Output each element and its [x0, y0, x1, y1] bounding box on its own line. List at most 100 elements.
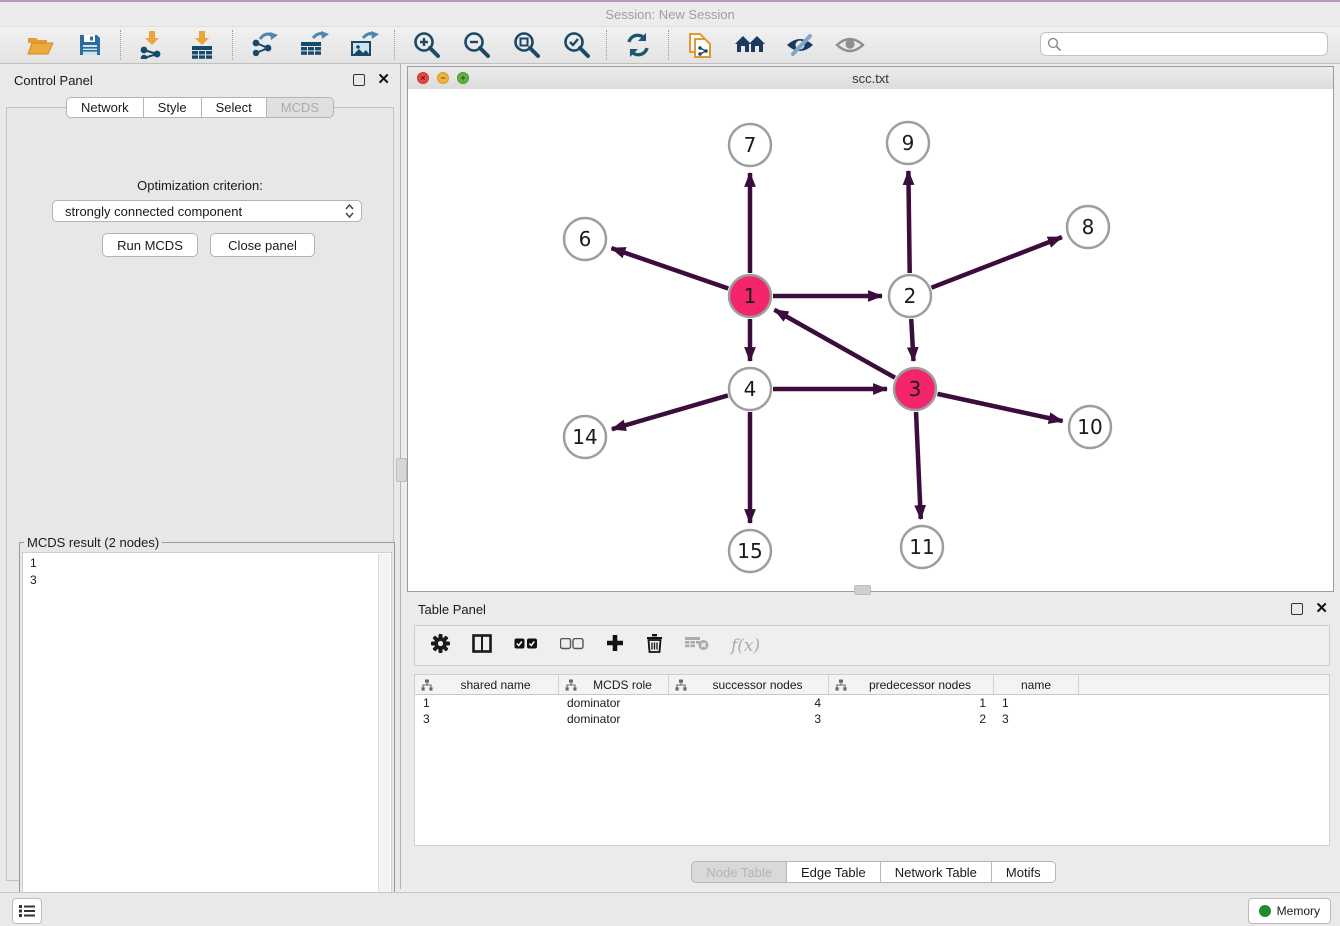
- zoom-fit-icon[interactable]: [510, 30, 542, 60]
- double-house-icon[interactable]: [734, 30, 766, 60]
- table-settings-gear-icon[interactable]: [431, 634, 450, 658]
- graph-node-2[interactable]: 2: [889, 275, 931, 317]
- export-table-icon[interactable]: [298, 30, 330, 60]
- zoom-window-icon[interactable]: +: [457, 72, 469, 84]
- graph-node-3[interactable]: 3: [894, 368, 936, 410]
- graph-node-6[interactable]: 6: [564, 218, 606, 260]
- add-column-plus-icon[interactable]: [606, 634, 624, 657]
- mcds-scrollbar[interactable]: [378, 554, 390, 918]
- table-cell[interactable]: 3: [415, 712, 559, 726]
- graph-edge-3-1[interactable]: [774, 310, 895, 378]
- documents-share-icon[interactable]: [684, 30, 716, 60]
- graph-node-14[interactable]: 14: [564, 416, 606, 458]
- column-header-name[interactable]: name: [994, 675, 1079, 694]
- run-mcds-button[interactable]: Run MCDS: [102, 233, 198, 257]
- graph-node-10[interactable]: 10: [1069, 406, 1111, 448]
- zoom-selected-icon[interactable]: [560, 30, 592, 60]
- tab-style[interactable]: Style: [144, 97, 202, 118]
- table-tabs: Node TableEdge TableNetwork TableMotifs: [407, 861, 1340, 883]
- import-table-icon[interactable]: [186, 30, 218, 60]
- refresh-group: [608, 30, 668, 60]
- tab-node-table[interactable]: Node Table: [691, 861, 787, 883]
- title-bar: Session: New Session: [0, 2, 1340, 27]
- import-network-icon[interactable]: [136, 30, 168, 60]
- search-input[interactable]: [1062, 36, 1327, 52]
- table-cell[interactable]: 1: [415, 696, 559, 710]
- minimize-window-icon[interactable]: −: [437, 72, 449, 84]
- export-image-icon[interactable]: [348, 30, 380, 60]
- svg-text:7: 7: [744, 133, 757, 157]
- graph-node-8[interactable]: 8: [1067, 206, 1109, 248]
- float-panel-icon[interactable]: [353, 74, 365, 86]
- graph-node-7[interactable]: 7: [729, 124, 771, 166]
- graph-node-4[interactable]: 4: [729, 368, 771, 410]
- table-body: 1dominator4113dominator323: [415, 695, 1329, 727]
- graph-edge-3-11[interactable]: [916, 412, 921, 519]
- tab-network[interactable]: Network: [66, 97, 144, 118]
- table-cell[interactable]: 1: [829, 696, 994, 710]
- table-cell[interactable]: 4: [669, 696, 829, 710]
- close-panel-icon[interactable]: ✕: [377, 75, 390, 85]
- tab-mcds[interactable]: MCDS: [267, 97, 334, 118]
- float-table-panel-icon[interactable]: [1291, 603, 1303, 615]
- table-panel: Table Panel ✕ f(x) shared nameMCDS roles…: [407, 596, 1340, 888]
- graph-edge-4-14[interactable]: [612, 395, 728, 429]
- column-header-successor-nodes[interactable]: successor nodes: [669, 675, 829, 694]
- export-network-icon[interactable]: [248, 30, 280, 60]
- vertical-splitter-handle[interactable]: [396, 458, 407, 482]
- graph-edge-2-9[interactable]: [908, 171, 909, 273]
- refresh-icon[interactable]: [622, 30, 654, 60]
- table-row[interactable]: 1dominator411: [415, 695, 1329, 711]
- mcds-result-item[interactable]: 3: [30, 572, 379, 589]
- graph-node-15[interactable]: 15: [729, 530, 771, 572]
- select-all-columns-icon[interactable]: [514, 637, 538, 655]
- graph-edge-2-3[interactable]: [911, 319, 913, 361]
- graph-node-11[interactable]: 11: [901, 526, 943, 568]
- save-floppy-icon[interactable]: [74, 30, 106, 60]
- zoom-in-icon[interactable]: [410, 30, 442, 60]
- graph-node-9[interactable]: 9: [887, 122, 929, 164]
- svg-text:1: 1: [744, 284, 757, 308]
- eye-icon[interactable]: [834, 30, 866, 60]
- svg-text:2: 2: [904, 284, 917, 308]
- table-cell[interactable]: 3: [669, 712, 829, 726]
- task-history-button[interactable]: [12, 898, 42, 924]
- list-icon: [19, 904, 35, 918]
- table-cell[interactable]: 1: [994, 696, 1079, 710]
- table-cell[interactable]: dominator: [559, 712, 669, 726]
- tab-motifs[interactable]: Motifs: [992, 861, 1056, 883]
- network-window-titlebar[interactable]: scc.txt × − +: [408, 67, 1333, 90]
- close-panel-button[interactable]: Close panel: [210, 233, 315, 257]
- table-row[interactable]: 3dominator323: [415, 711, 1329, 727]
- show-column-panel-icon[interactable]: [472, 634, 492, 658]
- memory-button[interactable]: Memory: [1248, 898, 1331, 924]
- graph-edge-1-6[interactable]: [611, 248, 728, 288]
- open-folder-icon[interactable]: [24, 30, 56, 60]
- close-window-icon[interactable]: ×: [417, 72, 429, 84]
- tab-edge-table[interactable]: Edge Table: [787, 861, 881, 883]
- graph-edge-2-8[interactable]: [931, 237, 1061, 288]
- unselect-all-columns-icon[interactable]: [560, 637, 584, 655]
- search-field[interactable]: [1040, 32, 1328, 56]
- column-header-label: MCDS role: [577, 678, 668, 692]
- mcds-result-list: 13: [22, 552, 392, 920]
- table-cell[interactable]: 2: [829, 712, 994, 726]
- tab-network-table[interactable]: Network Table: [881, 861, 992, 883]
- close-table-panel-icon[interactable]: ✕: [1315, 604, 1328, 614]
- column-header-shared-name[interactable]: shared name: [415, 675, 559, 694]
- column-header-predecessor-nodes[interactable]: predecessor nodes: [829, 675, 994, 694]
- table-cell[interactable]: 3: [994, 712, 1079, 726]
- table-cell[interactable]: dominator: [559, 696, 669, 710]
- column-header-MCDS-role[interactable]: MCDS role: [559, 675, 669, 694]
- eye-slash-icon[interactable]: [784, 30, 816, 60]
- tab-select[interactable]: Select: [202, 97, 267, 118]
- zoom-out-icon[interactable]: [460, 30, 492, 60]
- graph-edge-3-10[interactable]: [937, 394, 1062, 421]
- delete-column-trash-icon[interactable]: [646, 633, 663, 658]
- mcds-result-item[interactable]: 1: [30, 555, 379, 572]
- horizontal-splitter-handle[interactable]: [854, 585, 871, 595]
- svg-text:6: 6: [579, 227, 592, 251]
- network-canvas[interactable]: 7 9 6 8 1 2 4 3 14 10 15 11: [408, 89, 1333, 591]
- criterion-dropdown[interactable]: strongly connected component: [52, 200, 362, 222]
- graph-node-1[interactable]: 1: [729, 275, 771, 317]
